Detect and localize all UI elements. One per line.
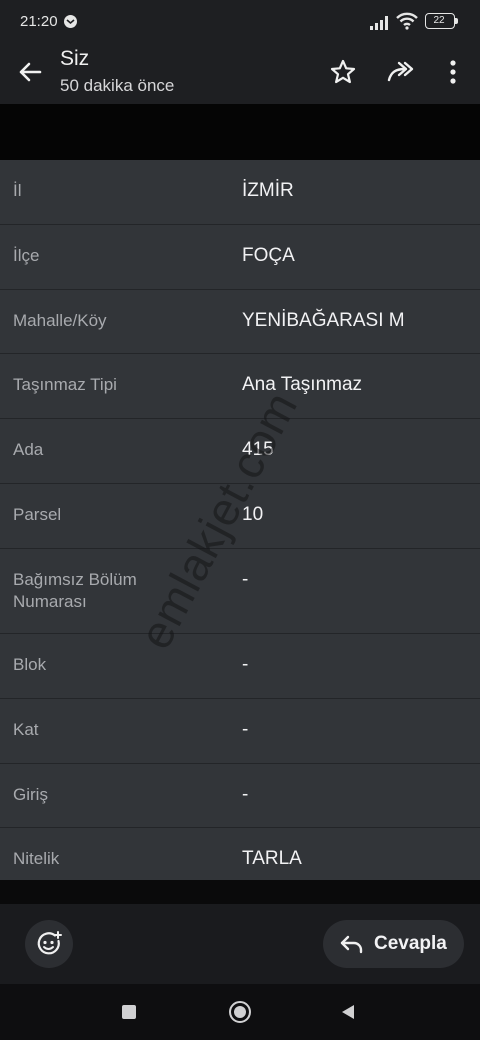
row-label: Bağımsız Bölüm Numarası [13, 570, 137, 611]
row-label: Blok [13, 655, 47, 674]
table-row: Parsel 10 [0, 484, 480, 549]
row-label: Nitelik [13, 849, 60, 868]
row-value: YENİBAĞARASI M [242, 310, 405, 331]
row-label: İlçe [13, 246, 40, 265]
signal-icon [370, 16, 388, 30]
system-nav-bar [0, 984, 480, 1040]
battery-tip [455, 18, 458, 24]
row-label: Kat [13, 720, 39, 739]
notification-icon [64, 15, 77, 28]
row-value: Ana Taşınmaz [242, 374, 363, 395]
table-row: Blok - [0, 634, 480, 699]
bottom-action-bar: Cevapla [0, 904, 480, 984]
table-row: Kat - [0, 699, 480, 764]
recents-button[interactable] [122, 1005, 136, 1019]
table-row: Taşınmaz Tipi Ana Taşınmaz [0, 354, 480, 419]
wifi-icon [396, 12, 418, 30]
property-details-table: İl İZMİR İlçe FOÇA Mahalle/Köy YENİBAĞAR… [0, 160, 480, 880]
row-value: 10 [242, 504, 264, 525]
table-row: Mahalle/Köy YENİBAĞARASI M [0, 290, 480, 354]
add-reaction-button[interactable] [25, 920, 73, 968]
table-row: Giriş - [0, 764, 480, 828]
row-value: TARLA [242, 848, 302, 869]
table-row: Ada 415 [0, 419, 480, 484]
row-label: Parsel [13, 505, 62, 524]
row-label: Taşınmaz Tipi [13, 375, 117, 394]
back-triangle-icon[interactable] [340, 1004, 356, 1020]
page-title: Siz [60, 47, 90, 70]
row-label: Ada [13, 440, 44, 459]
row-value: 415 [242, 439, 274, 460]
image-top-band [0, 104, 480, 160]
home-dot [234, 1006, 246, 1018]
battery-icon: 22 [425, 13, 455, 29]
table-row: İl İZMİR [0, 160, 480, 225]
row-value: - [242, 719, 249, 740]
more-vert-icon[interactable] [437, 56, 469, 88]
image-bottom-band [0, 880, 480, 904]
reply-label: Cevapla [374, 933, 447, 954]
home-button[interactable] [229, 1001, 251, 1023]
emoji-add-icon [37, 931, 62, 955]
battery-level: 22 [433, 15, 445, 26]
row-label: Mahalle/Köy [13, 311, 107, 330]
page-subtitle: 50 dakika önce [60, 76, 175, 95]
status-time: 21:20 [20, 13, 58, 30]
row-label: Giriş [13, 785, 48, 804]
table-row: İlçe FOÇA [0, 225, 480, 290]
reply-icon [340, 935, 363, 954]
app-bar: Siz 50 dakika önce [0, 42, 480, 104]
row-value: - [242, 784, 249, 805]
row-value: - [242, 569, 249, 590]
table-row: Bağımsız Bölüm Numarası - [0, 549, 480, 634]
row-value: İZMİR [242, 180, 294, 201]
table-row: Nitelik TARLA [0, 828, 480, 880]
row-value: FOÇA [242, 245, 295, 266]
forward-icon[interactable] [385, 56, 417, 88]
status-bar: 21:20 22 [0, 0, 480, 42]
star-icon[interactable] [327, 56, 359, 88]
row-label: İl [13, 181, 22, 200]
reply-button[interactable]: Cevapla [323, 920, 464, 968]
row-value: - [242, 654, 249, 675]
back-arrow-icon[interactable] [14, 56, 46, 88]
